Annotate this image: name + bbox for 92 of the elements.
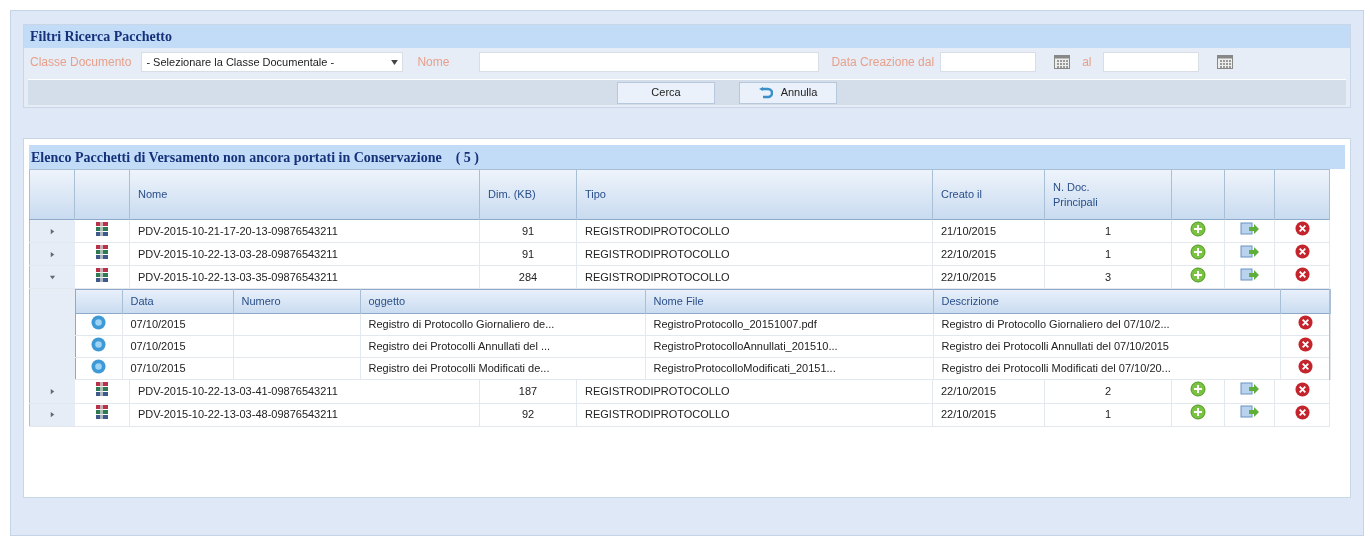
date-value: 22/10/2015 (941, 270, 997, 283)
expand-icon[interactable] (48, 227, 56, 235)
package-name: PDV-2015-10-22-13-03-48-09876543211 (138, 408, 338, 421)
field-label: Data Creazione dal (831, 54, 935, 71)
description-value: Registro di Protocollo Giornaliero del 07/10/2... (941, 318, 1170, 331)
field-label: Classe Documento (30, 54, 132, 71)
name-field[interactable] (479, 52, 820, 72)
export-icon[interactable] (1239, 266, 1260, 283)
archive-icon (93, 266, 110, 283)
add-icon[interactable] (1190, 266, 1206, 283)
file-name: RegistroProtocolloModificati_20151... (653, 362, 836, 375)
delete-icon[interactable] (1294, 267, 1310, 283)
add-icon[interactable] (1190, 404, 1206, 421)
date-value: 22/10/2015 (941, 408, 997, 421)
column-header[interactable]: Numero (241, 295, 281, 308)
panel-title: Elenco Pacchetti di Versamento non ancora portati in Conservazione (31, 148, 442, 167)
add-icon[interactable] (1190, 243, 1206, 260)
date-value: 07/10/2015 (130, 318, 186, 331)
package-name: PDV-2015-10-22-13-03-41-09876543211 (138, 385, 338, 397)
doc-count: 1 (1104, 224, 1112, 237)
archive-icon (93, 381, 110, 397)
panel-title: Filtri Ricerca Pacchetto (30, 29, 172, 44)
delete-icon[interactable] (1294, 244, 1310, 260)
class-dropdown[interactable]: - Selezionare la Classe Documentale - (141, 52, 404, 72)
type-value: REGISTRODIPROTOCOLLO (585, 385, 730, 397)
expand-icon[interactable] (48, 388, 56, 395)
date-field[interactable] (1103, 52, 1200, 72)
export-icon[interactable] (1239, 243, 1260, 260)
date-value: 07/10/2015 (130, 340, 186, 353)
delete-icon[interactable] (1294, 381, 1310, 397)
type-value: REGISTRODIPROTOCOLLO (585, 270, 730, 283)
subject-value: Registro di Protocollo Giornaliero de... (368, 318, 555, 331)
package-name: PDV-2015-10-21-17-20-13-09876543211 (138, 224, 338, 237)
field-label: Nome (417, 54, 451, 71)
column-header[interactable]: Creato il (941, 187, 1036, 202)
date-value: 22/10/2015 (941, 385, 997, 397)
cancel-button[interactable]: Annulla (739, 81, 837, 104)
type-value: REGISTRODIPROTOCOLLO (585, 408, 730, 421)
date-value: 21/10/2015 (941, 224, 997, 237)
file-name: RegistroProtocolloAnnullati_201510... (653, 340, 838, 353)
delete-icon[interactable] (1297, 336, 1313, 352)
calendar-icon[interactable] (1054, 55, 1071, 69)
export-icon[interactable] (1239, 381, 1260, 397)
search-button[interactable]: Cerca (617, 81, 715, 104)
column-header[interactable]: Descrizione (941, 295, 999, 308)
column-header[interactable]: Nome File (653, 295, 704, 308)
doc-count: 1 (1104, 247, 1112, 260)
size-value: 284 (518, 270, 538, 283)
file-name: RegistroProtocollo_20151007.pdf (653, 318, 817, 331)
delete-icon[interactable] (1297, 314, 1313, 330)
doc-count: 1 (1104, 408, 1112, 421)
column-header[interactable]: Nome (138, 187, 471, 202)
archive-icon (93, 404, 110, 421)
column-header[interactable]: N. Doc. Principali (1053, 179, 1163, 210)
date-field[interactable] (940, 52, 1037, 72)
archive-icon (93, 243, 110, 260)
package-name: PDV-2015-10-22-13-03-35-09876543211 (138, 270, 338, 283)
delete-icon[interactable] (1294, 221, 1310, 237)
date-value: 07/10/2015 (130, 362, 186, 375)
subject-value: Registro dei Protocolli Annullati del ... (368, 340, 551, 353)
column-header[interactable]: Tipo (585, 187, 924, 202)
export-icon[interactable] (1239, 220, 1260, 237)
size-value: 187 (518, 385, 538, 397)
description-value: Registro dei Protocolli Annullati del 07/10/2015 (941, 340, 1169, 353)
package-name: PDV-2015-10-22-13-03-28-09876543211 (138, 247, 338, 260)
doc-count: 2 (1104, 385, 1112, 397)
delete-icon[interactable] (1294, 404, 1310, 420)
archive-icon (93, 220, 110, 237)
doc-count: 3 (1104, 270, 1112, 283)
item-count: ( 5 ) (455, 148, 479, 167)
expand-icon[interactable] (48, 411, 56, 419)
size-value: 91 (521, 247, 535, 260)
export-icon[interactable] (1239, 404, 1260, 421)
date-value: 22/10/2015 (941, 247, 997, 260)
type-value: REGISTRODIPROTOCOLLO (585, 247, 730, 260)
delete-icon[interactable] (1297, 358, 1313, 374)
add-icon[interactable] (1190, 220, 1206, 237)
collapse-icon[interactable] (48, 273, 56, 281)
calendar-icon[interactable] (1217, 55, 1234, 69)
column-header[interactable]: Dim. (KB) (488, 187, 568, 202)
type-value: REGISTRODIPROTOCOLLO (585, 224, 730, 237)
column-header[interactable]: Data (130, 295, 154, 308)
size-value: 91 (521, 224, 535, 237)
description-value: Registro dei Protocolli Modificati del 07/10/20... (941, 362, 1171, 375)
size-value: 92 (521, 408, 535, 421)
undo-icon (758, 86, 773, 99)
column-header[interactable]: oggetto (368, 295, 406, 308)
add-icon[interactable] (1190, 381, 1206, 397)
field-label: al (1082, 54, 1092, 71)
expand-icon[interactable] (48, 250, 56, 258)
subject-value: Registro dei Protocolli Modificati de... (368, 362, 550, 375)
caret-icon (391, 59, 399, 65)
